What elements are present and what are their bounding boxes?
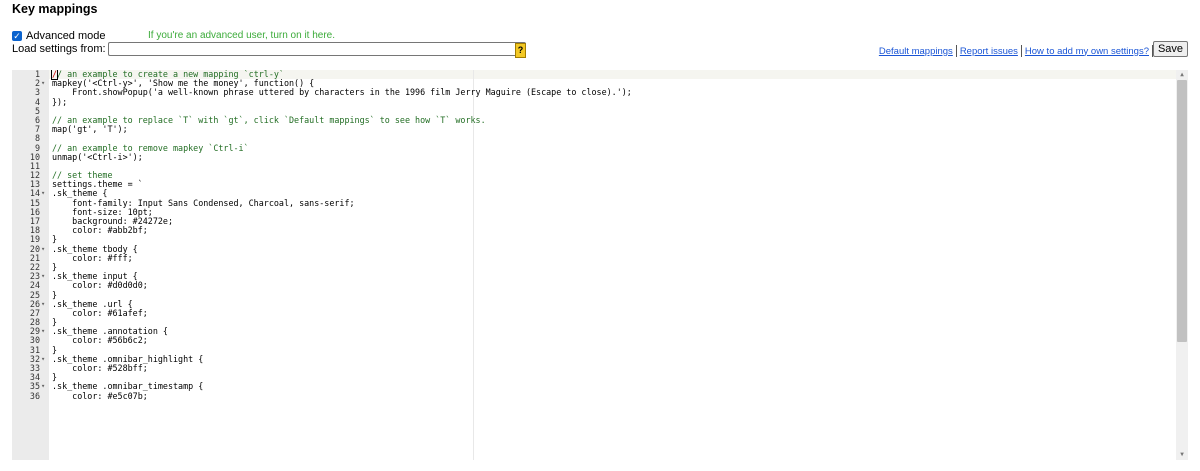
- link-divider: [955, 45, 957, 57]
- advanced-mode-row[interactable]: ✓ Advanced mode: [12, 30, 106, 42]
- code-line[interactable]: 6// an example to replace `T` with `gt`,…: [12, 115, 1176, 125]
- code-editor[interactable]: 1// an example to create a new mapping `…: [12, 70, 1188, 460]
- code-line[interactable]: 12// set theme: [12, 170, 1176, 180]
- scroll-up-icon[interactable]: ▲: [1176, 70, 1188, 80]
- code-line[interactable]: 16 font-size: 10pt;: [12, 207, 1176, 217]
- code-text: });: [52, 96, 68, 107]
- fold-toggle-icon[interactable]: ▾: [41, 79, 49, 88]
- editor-lines[interactable]: 1// an example to create a new mapping `…: [12, 70, 1176, 401]
- code-line[interactable]: 25}: [12, 290, 1176, 300]
- code-line[interactable]: 11: [12, 161, 1176, 171]
- code-line[interactable]: 30 color: #56b6c2;: [12, 336, 1176, 345]
- code-text: color: #e5c07b;: [52, 390, 148, 401]
- code-text: color: #fff;: [52, 252, 133, 263]
- code-text: color: #abb2bf;: [52, 225, 148, 236]
- advanced-mode-label[interactable]: Advanced mode: [26, 30, 106, 42]
- code-line[interactable]: 28}: [12, 317, 1176, 327]
- code-text: color: #61afef;: [52, 307, 148, 318]
- code-line[interactable]: 20 ▾ .sk_theme tbody {: [12, 244, 1176, 254]
- code-line[interactable]: 36 color: #e5c07b;: [12, 390, 1176, 401]
- load-settings-row: Load settings from:: [12, 42, 526, 56]
- scroll-down-icon[interactable]: ▼: [1176, 450, 1188, 460]
- code-text: unmap('<Ctrl-i>');: [52, 151, 143, 162]
- fold-toggle-icon[interactable]: ▾: [41, 272, 49, 281]
- code-line[interactable]: 32 ▾ .sk_theme .omnibar_highlight {: [12, 354, 1176, 364]
- code-line[interactable]: 3 Front.showPopup('a well-known phrase u…: [12, 88, 1176, 97]
- header-links: Default mappings Report issues How to ad…: [879, 45, 1156, 57]
- code-text: Front.showPopup('a well-known phrase utt…: [52, 87, 632, 98]
- code-text: color: #d0d0d0;: [52, 280, 148, 291]
- default-mappings-link[interactable]: Default mappings: [879, 46, 953, 57]
- editor-scrollbar[interactable]: ▲ ▼: [1176, 70, 1188, 460]
- link-divider: [1020, 45, 1022, 57]
- code-line[interactable]: 35 ▾ .sk_theme .omnibar_timestamp {: [12, 382, 1176, 391]
- code-line[interactable]: 24 color: #d0d0d0;: [12, 281, 1176, 290]
- code-line[interactable]: 4});: [12, 96, 1176, 107]
- help-icon[interactable]: ?: [515, 43, 526, 58]
- page-title: Key mappings: [12, 2, 98, 16]
- code-line[interactable]: 19}: [12, 235, 1176, 244]
- scrollbar-thumb[interactable]: [1177, 80, 1187, 342]
- code-line[interactable]: 23 ▾ .sk_theme input {: [12, 271, 1176, 281]
- load-settings-input[interactable]: [107, 42, 526, 56]
- line-number: 36: [29, 390, 40, 401]
- code-line[interactable]: 27 color: #61afef;: [12, 307, 1176, 318]
- advanced-mode-hint: If you're an advanced user, turn on it h…: [148, 30, 336, 41]
- fold-toggle-icon[interactable]: ▾: [41, 189, 49, 198]
- code-line[interactable]: 21 color: #fff;: [12, 252, 1176, 263]
- load-settings-label: Load settings from:: [12, 43, 106, 55]
- code-line[interactable]: 22}: [12, 262, 1176, 272]
- code-line[interactable]: 10 unmap('<Ctrl-i>');: [12, 151, 1176, 162]
- fold-toggle-icon[interactable]: ▾: [41, 355, 49, 364]
- save-button[interactable]: Save: [1153, 41, 1188, 57]
- code-line[interactable]: 18 color: #abb2bf;: [12, 225, 1176, 236]
- code-text: color: #56b6c2;: [52, 335, 148, 346]
- code-line[interactable]: 26 ▾ .sk_theme .url {: [12, 299, 1176, 309]
- code-line[interactable]: 15 font-family: Input Sans Condensed, Ch…: [12, 198, 1176, 208]
- how-to-add-settings-link[interactable]: How to add my own settings?: [1025, 46, 1149, 57]
- fold-toggle-icon[interactable]: ▾: [41, 382, 49, 391]
- fold-toggle-icon[interactable]: ▾: [41, 245, 49, 254]
- code-line[interactable]: 7 map('gt', 'T');: [12, 124, 1176, 135]
- fold-toggle-icon[interactable]: ▾: [41, 327, 49, 336]
- advanced-mode-checkbox[interactable]: ✓: [12, 31, 22, 41]
- code-line[interactable]: 13 settings.theme = `: [12, 180, 1176, 189]
- code-text: color: #528bff;: [52, 363, 148, 373]
- report-issues-link[interactable]: Report issues: [960, 46, 1018, 57]
- code-line[interactable]: 9// an example to remove mapkey `Ctrl-i`: [12, 143, 1176, 153]
- fold-toggle-icon[interactable]: ▾: [41, 300, 49, 309]
- code-text: map('gt', 'T');: [52, 124, 128, 135]
- code-line[interactable]: 17 background: #24272e;: [12, 216, 1176, 226]
- code-line[interactable]: 29 ▾ .sk_theme .annotation {: [12, 327, 1176, 336]
- code-line[interactable]: 33 color: #528bff;: [12, 363, 1176, 373]
